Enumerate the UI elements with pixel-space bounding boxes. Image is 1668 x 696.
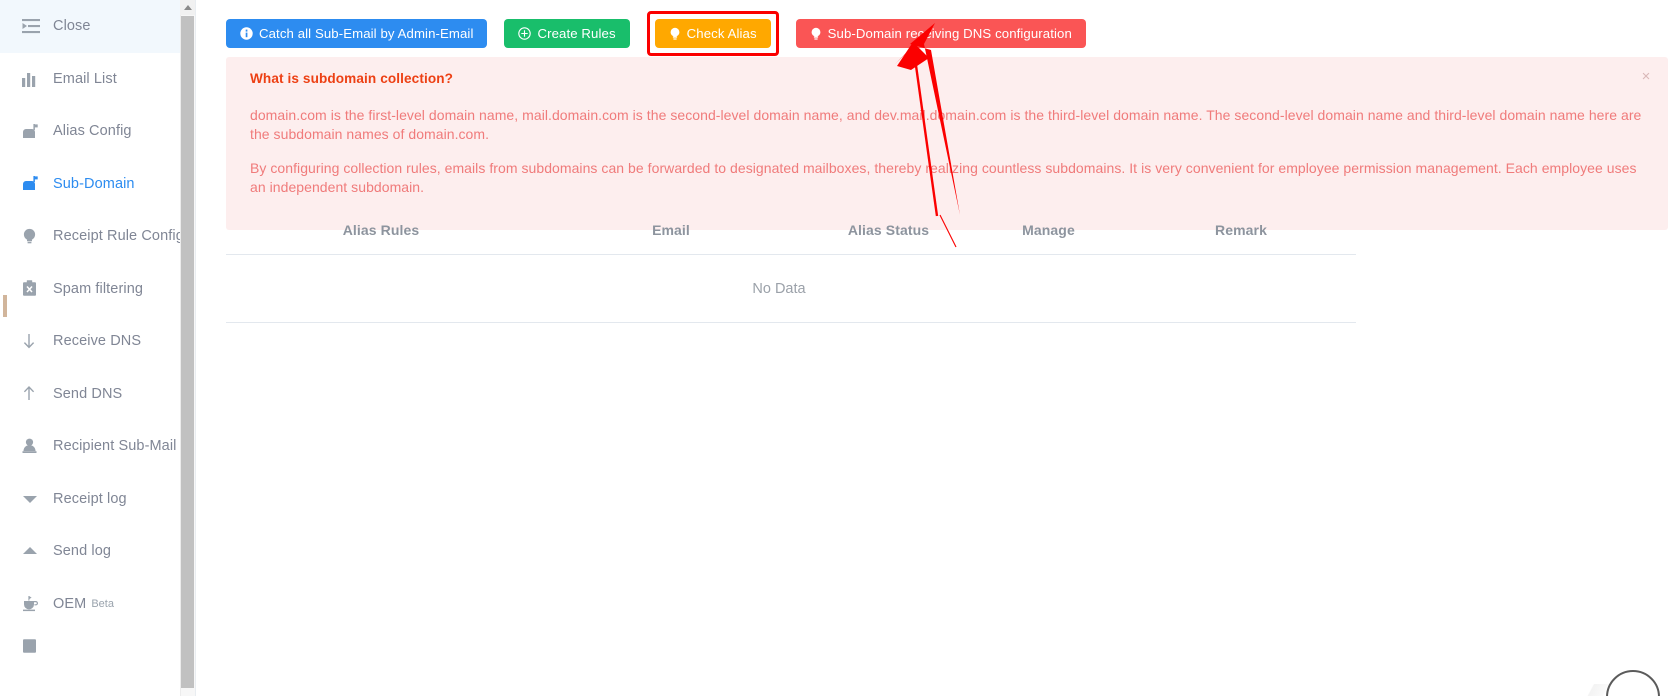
alert-paragraph: domain.com is the first-level domain nam… <box>250 107 1642 142</box>
sidebar-item-label: Spam filtering <box>53 280 144 297</box>
lightbulb-icon <box>669 27 681 41</box>
sidebar-item-badge: Beta <box>91 597 114 610</box>
sidebar-item-label: Send log <box>53 543 112 559</box>
menu-collapse-icon <box>22 17 44 35</box>
help-bubble-widget[interactable] <box>1606 670 1660 696</box>
scroll-up-arrow-icon[interactable] <box>180 0 195 15</box>
sidebar-scrollbar[interactable] <box>180 0 195 696</box>
table-column-header: Remark <box>1215 221 1267 238</box>
alert-paragraph: By configuring collection rules, emails … <box>250 160 1637 195</box>
sidebar-item-send-log[interactable]: Send log <box>0 525 195 578</box>
sidebar-item-label: Receipt log <box>53 490 127 507</box>
sidebar-item-sub-domain[interactable]: Sub-Domain <box>0 158 195 211</box>
cup-icon <box>22 595 44 613</box>
alias-rules-table: Alias Rules Email Alias Status Manage Re… <box>226 205 1356 323</box>
info-circle-icon <box>240 27 253 40</box>
action-toolbar: Catch all Sub-Email by Admin-Email Creat… <box>226 11 1086 56</box>
sidebar-item-receipt-rule-config[interactable]: Receipt Rule Config <box>0 210 195 263</box>
lightbulb-icon <box>22 227 44 245</box>
sidebar-item-oem[interactable]: OEM Beta <box>0 578 195 631</box>
sidebar-item-label: Recipient Sub-Mail <box>53 438 177 454</box>
plus-circle-icon <box>518 27 532 40</box>
clipboard-icon <box>22 636 44 654</box>
create-rules-button[interactable]: Create Rules <box>504 19 630 48</box>
mailbox-icon <box>22 175 44 193</box>
empty-state-text: No Data <box>752 280 806 297</box>
sidebar-item-label: Alias Config <box>53 123 132 139</box>
sidebar-item-receipt-log[interactable]: Receipt log <box>0 473 195 526</box>
table-body: No Data <box>226 255 1356 323</box>
sidebar-item-send-dns[interactable]: Send DNS <box>0 368 195 421</box>
button-label: Check Alias <box>686 26 757 41</box>
table-column-header: Alias Status <box>847 221 930 238</box>
mailbox-icon <box>22 122 44 140</box>
sidebar-item-label: Receipt Rule Config <box>53 228 184 244</box>
sidebar-item-label: Close <box>53 18 91 34</box>
close-icon[interactable]: × <box>1638 69 1654 85</box>
arrow-down-icon <box>22 332 44 350</box>
bar-chart-icon <box>22 70 44 88</box>
sidebar: Close Email List Alias Config Sub-Domain… <box>0 0 196 696</box>
check-alias-highlight-box: Check Alias <box>646 11 779 56</box>
button-label: Sub-Domain receiving DNS configuration <box>827 26 1072 41</box>
arrow-up-icon <box>22 385 44 403</box>
user-icon <box>22 437 44 455</box>
table-header-row: Alias Rules Email Alias Status Manage Re… <box>226 205 1356 255</box>
table-column-header: Manage <box>1022 221 1075 238</box>
main-content: Catch all Sub-Email by Admin-Email Creat… <box>207 0 1668 696</box>
sidebar-item-receive-dns[interactable]: Receive DNS <box>0 315 195 368</box>
triangle-down-icon <box>22 490 44 508</box>
sidebar-item-recipient-sub-mail[interactable]: Recipient Sub-Mail <box>0 420 195 473</box>
sub-domain-dns-config-button[interactable]: Sub-Domain receiving DNS configuration <box>795 19 1086 48</box>
catch-all-sub-email-button[interactable]: Catch all Sub-Email by Admin-Email <box>226 19 488 48</box>
sidebar-item-spam-filtering[interactable]: Spam filtering <box>0 263 195 316</box>
sidebar-item-email-list[interactable]: Email List <box>0 53 195 106</box>
sidebar-item-partial[interactable] <box>0 630 195 660</box>
table-column-header: Alias Rules <box>342 221 420 238</box>
lightbulb-icon <box>810 27 822 41</box>
sidebar-item-label: Email List <box>53 70 117 87</box>
sidebar-item-label: Send DNS <box>53 385 123 402</box>
sidebar-item-label: Sub-Domain <box>53 175 135 192</box>
sidebar-item-label: OEM <box>53 595 87 612</box>
table-column-header: Email <box>652 221 690 238</box>
sidebar-item-close[interactable]: Close <box>0 0 195 53</box>
clipboard-x-icon <box>22 280 44 298</box>
left-edge-marker <box>3 295 7 317</box>
button-label: Catch all Sub-Email by Admin-Email <box>259 26 474 41</box>
sidebar-item-alias-config[interactable]: Alias Config <box>0 105 195 158</box>
check-alias-button[interactable]: Check Alias <box>654 19 771 48</box>
button-label: Create Rules <box>537 26 616 41</box>
triangle-up-icon <box>22 542 44 560</box>
alert-title: What is subdomain collection? <box>250 71 454 86</box>
sidebar-item-label: Receive DNS <box>53 333 142 349</box>
sidebar-scrollbar-thumb[interactable] <box>181 16 194 688</box>
app-root: Close Email List Alias Config Sub-Domain… <box>0 0 1668 696</box>
